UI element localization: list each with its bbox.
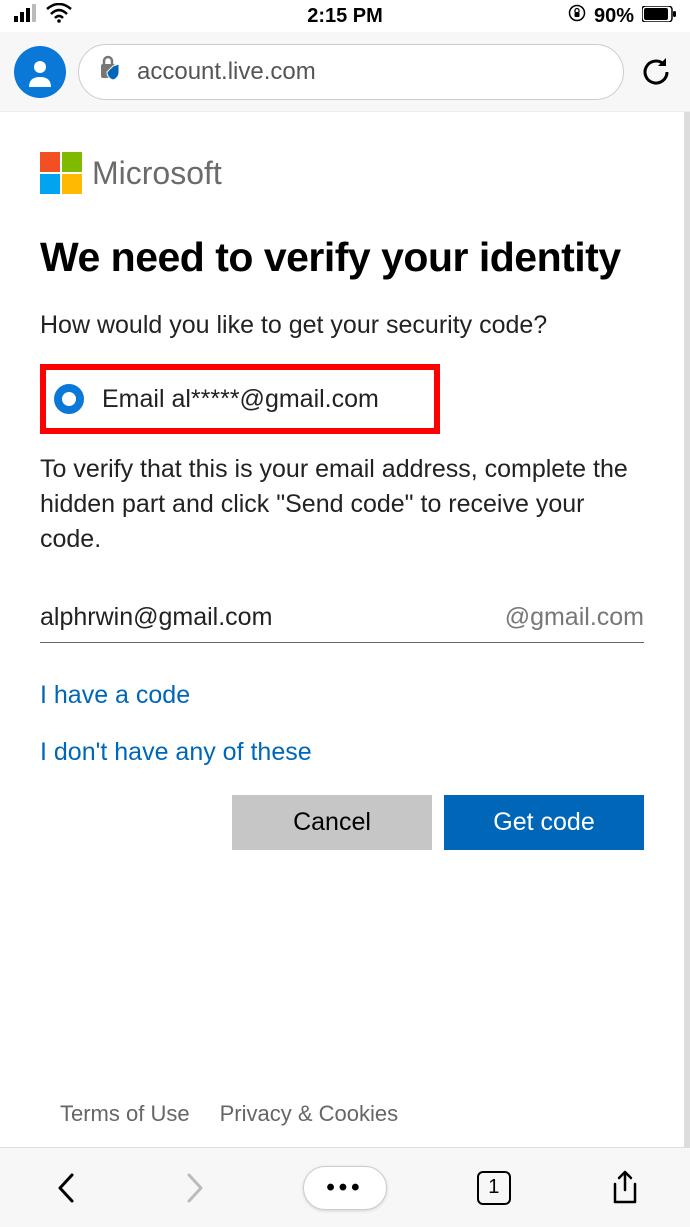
battery-percent: 90%: [594, 5, 634, 28]
reload-icon: [639, 55, 673, 89]
battery-icon: [642, 5, 676, 28]
button-row: Cancel Get code: [40, 795, 644, 850]
tabs-button[interactable]: 1: [470, 1164, 518, 1212]
shield-lock-icon: [99, 54, 123, 89]
verify-option-label: Email al*****@gmail.com: [102, 385, 379, 414]
radio-selected-icon: [54, 384, 84, 414]
more-icon: •••: [326, 1174, 363, 1202]
microsoft-logo-text: Microsoft: [92, 155, 222, 192]
get-code-button[interactable]: Get code: [444, 795, 644, 850]
terms-link[interactable]: Terms of Use: [60, 1101, 190, 1127]
back-button[interactable]: [41, 1164, 89, 1212]
more-button[interactable]: •••: [303, 1166, 387, 1210]
person-icon: [25, 57, 55, 87]
page-content: Microsoft We need to verify your identit…: [0, 112, 690, 1147]
share-icon: [611, 1170, 639, 1206]
url-text: account.live.com: [137, 58, 316, 86]
browser-bottom-nav: ••• 1: [0, 1147, 690, 1227]
rotation-lock-icon: [568, 4, 586, 28]
status-bar: 2:15 PM 90%: [0, 0, 690, 32]
wifi-icon: [46, 3, 72, 29]
have-code-link[interactable]: I have a code: [40, 681, 644, 710]
microsoft-logo-icon: [40, 152, 82, 194]
share-button[interactable]: [601, 1164, 649, 1212]
browser-toolbar: account.live.com: [0, 32, 690, 112]
cancel-button[interactable]: Cancel: [232, 795, 432, 850]
forward-button[interactable]: [172, 1164, 220, 1212]
address-bar[interactable]: account.live.com: [78, 44, 624, 100]
privacy-link[interactable]: Privacy & Cookies: [220, 1101, 399, 1127]
profile-button[interactable]: [14, 46, 66, 98]
chevron-right-icon: [185, 1171, 207, 1205]
email-input[interactable]: [40, 603, 505, 632]
status-time: 2:15 PM: [307, 5, 383, 28]
tab-count-icon: 1: [477, 1171, 511, 1205]
email-suffix: @gmail.com: [505, 603, 644, 632]
page-subtitle: How would you like to get your security …: [40, 311, 644, 340]
reload-button[interactable]: [636, 52, 676, 92]
verify-option-email[interactable]: Email al*****@gmail.com: [40, 364, 440, 434]
instruction-text: To verify that this is your email addres…: [40, 452, 644, 557]
dont-have-link[interactable]: I don't have any of these: [40, 738, 644, 767]
page-heading: We need to verify your identity: [40, 234, 644, 281]
microsoft-logo: Microsoft: [40, 152, 644, 194]
footer-links: Terms of Use Privacy & Cookies: [60, 1101, 398, 1127]
chevron-left-icon: [54, 1171, 76, 1205]
signal-icon: [14, 4, 38, 28]
email-input-row: @gmail.com: [40, 597, 644, 643]
